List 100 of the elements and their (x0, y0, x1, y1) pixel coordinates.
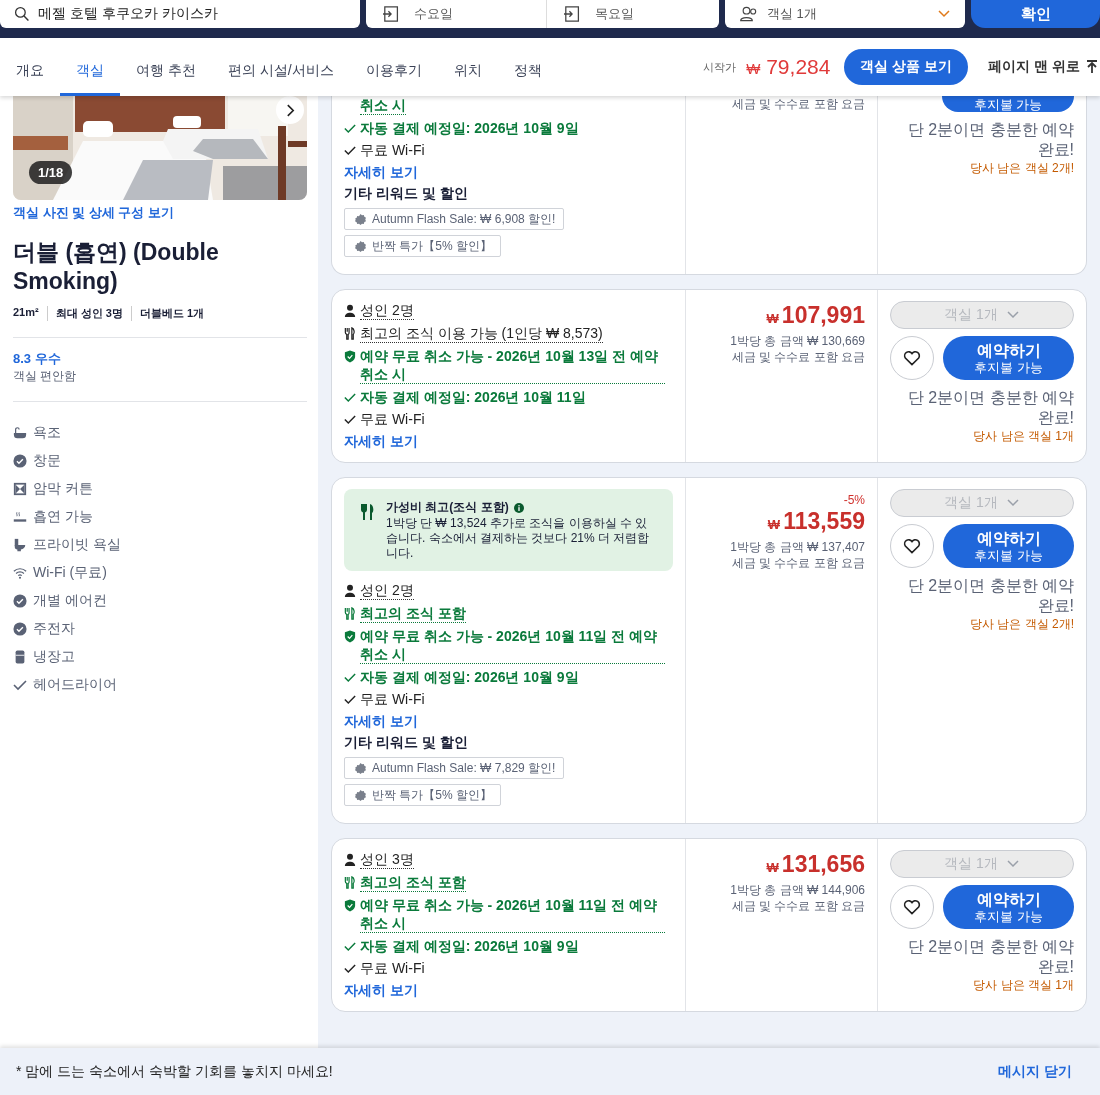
book-button[interactable]: 예약하기 후지불 가능 (943, 885, 1074, 929)
amenity-label: 헤어드라이어 (33, 676, 117, 694)
footer-message: * 맘에 드는 숙소에서 숙박할 기회를 놓치지 마세요! (16, 1062, 333, 1081)
reward-tag: Autumn Flash Sale: ₩ 6,908 할인! (344, 208, 565, 230)
booking-note: 단 2분이면 충분한 예약 완료! (906, 937, 1074, 977)
fork-knife-icon (344, 327, 356, 340)
banner-text: 1박당 단 ₩ 13,524 추가로 조식을 이용하실 수 있습니다. 숙소에서 결제하는 것보다 21% 더 저렴합니다. (386, 516, 651, 561)
book-button[interactable]: 예약하기 후지불 가능 (943, 336, 1074, 380)
offer-feature: 무료 Wi-Fi (360, 141, 425, 159)
total-price: 1박당 총 금액 ₩ 130,669 (729, 333, 865, 349)
offer-feature[interactable]: 취소 시 (360, 96, 406, 115)
amenity-label: 개별 에어컨 (33, 592, 107, 610)
booking-note: 단 2분이면 충분한 예약 완료! (906, 576, 1074, 616)
banner-title: 가성비 최고(조식 포함) (386, 499, 509, 516)
shield-check-icon (344, 899, 356, 912)
book-button[interactable]: 후지불 가능 (942, 96, 1074, 112)
rooms-left: 당사 남은 객실 1개 (972, 977, 1074, 994)
check-icon (13, 678, 27, 692)
caret-icon (937, 9, 951, 19)
favorite-button[interactable] (890, 524, 934, 568)
price-label: 시작가 (703, 59, 737, 75)
caret-icon (1005, 498, 1020, 508)
reward-tag: 반짝 특가【5% 할인】 (344, 784, 501, 806)
rewards-heading: 기타 리워드 및 할인 (344, 734, 469, 752)
section-tab[interactable]: 여행 추천 (120, 38, 212, 96)
check-circle-icon (13, 622, 27, 636)
check-icon (344, 122, 356, 135)
caret-icon (1005, 859, 1020, 869)
section-tab[interactable]: 이용후기 (349, 38, 438, 96)
wifi-icon (13, 566, 27, 580)
check-circle-icon (13, 594, 27, 608)
toilet-icon (13, 538, 27, 552)
back-to-top-link[interactable]: 페이지 맨 위로 (988, 58, 1100, 76)
fork-knife-icon (360, 503, 374, 521)
bathtub-icon (13, 426, 27, 440)
details-link[interactable]: 자세히 보기 (344, 712, 673, 730)
details-link[interactable]: 자세히 보기 (344, 432, 673, 450)
total-price: 1박당 총 금액 ₩ 137,407 (729, 539, 865, 555)
offer-feature: 자동 결제 예정일: 2026년 10월 11일 (360, 388, 586, 406)
fridge-icon (13, 650, 27, 664)
offer-feature: 자동 결제 예정일: 2026년 10월 9일 (360, 668, 579, 686)
view-rooms-button[interactable]: 객실 상품 보기 (844, 49, 969, 85)
booking-note: 단 2분이면 충분한 예약 완료! (906, 120, 1074, 160)
offer-feature: 무료 Wi-Fi (360, 410, 425, 428)
amenity-label: 암막 커튼 (33, 480, 93, 498)
offer-feature[interactable]: 최고의 조식 포함 (360, 873, 466, 892)
confirm-button[interactable]: 확인 (971, 0, 1100, 28)
offer-feature: 자동 결제 예정일: 2026년 10월 9일 (360, 937, 579, 955)
amenity-label: 흡연 가능 (33, 508, 93, 526)
chevron-right-icon (285, 103, 295, 117)
room-price: ₩131,656 (765, 850, 865, 879)
person-icon (344, 853, 356, 866)
room-spec: 더블베드 1개 (130, 306, 213, 321)
section-tab[interactable]: 정책 (497, 38, 558, 96)
offer-feature[interactable]: 예약 무료 취소 가능 - 2026년 10월 11일 전 예약 취소 시 (360, 627, 665, 664)
guests-field[interactable]: 객실 1개 (725, 0, 965, 28)
rewards-heading: 기타 리워드 및 할인 (344, 185, 469, 203)
check-circle-icon (13, 454, 27, 468)
rating-score: 8.3 우수 (13, 350, 62, 368)
room-price: ₩107,991 (765, 301, 865, 330)
section-tab[interactable]: 위치 (437, 38, 498, 96)
section-tab[interactable]: 개요 (0, 38, 60, 96)
details-link[interactable]: 자세히 보기 (344, 163, 673, 181)
room-title: 더블 (흡연) (Double Smoking) (13, 238, 220, 296)
offer-feature[interactable]: 최고의 조식 이용 가능 (1인당 ₩ 8,573) (360, 324, 603, 343)
badge-icon (355, 762, 366, 774)
date-range-field[interactable]: 수요일 목요일 (366, 0, 719, 28)
offer-feature[interactable]: 성인 2명 (360, 581, 414, 600)
section-tab[interactable]: 편의 시설/서비스 (211, 38, 350, 96)
details-link[interactable]: 자세히 보기 (344, 981, 673, 999)
fork-knife-icon (344, 876, 356, 889)
offer-feature[interactable]: 성인 3명 (360, 850, 414, 869)
book-button[interactable]: 예약하기 후지불 가능 (943, 524, 1074, 568)
badge-icon (355, 789, 366, 801)
arrow-up-icon (1086, 60, 1098, 74)
room-price: ₩113,559 (766, 507, 865, 536)
check-icon (344, 391, 356, 404)
amenity-label: 냉장고 (33, 648, 75, 666)
amenity-label: 프라이빗 욕실 (33, 536, 121, 554)
favorite-button[interactable] (890, 336, 934, 380)
room-photos-link[interactable]: 객실 사진 및 상세 구성 보기 (13, 204, 307, 222)
shield-check-icon (344, 350, 356, 363)
shield-check-icon (344, 630, 356, 643)
check-icon (344, 962, 356, 975)
favorite-button[interactable] (890, 885, 934, 929)
check-icon (344, 940, 356, 953)
offer-feature[interactable]: 성인 2명 (360, 301, 414, 320)
search-icon (14, 6, 30, 22)
search-field[interactable]: 메젤 호텔 후쿠오카 카이스카 (0, 0, 360, 28)
offer-feature: 무료 Wi-Fi (360, 959, 425, 977)
offer-feature[interactable]: 예약 무료 취소 가능 - 2026년 10월 11일 전 예약 취소 시 (360, 896, 665, 933)
close-message-link[interactable]: 메시지 닫기 (998, 1062, 1072, 1081)
heart-icon (903, 350, 921, 366)
check-icon (344, 693, 356, 706)
starting-price: ₩ 79,284 (746, 55, 831, 79)
offer-feature[interactable]: 최고의 조식 포함 (360, 604, 466, 623)
offer-feature[interactable]: 예약 무료 취소 가능 - 2026년 10월 13일 전 예약 취소 시 (360, 347, 665, 384)
day-label: 목요일 (595, 5, 634, 23)
check-icon (344, 144, 356, 157)
person-icon (344, 304, 356, 317)
